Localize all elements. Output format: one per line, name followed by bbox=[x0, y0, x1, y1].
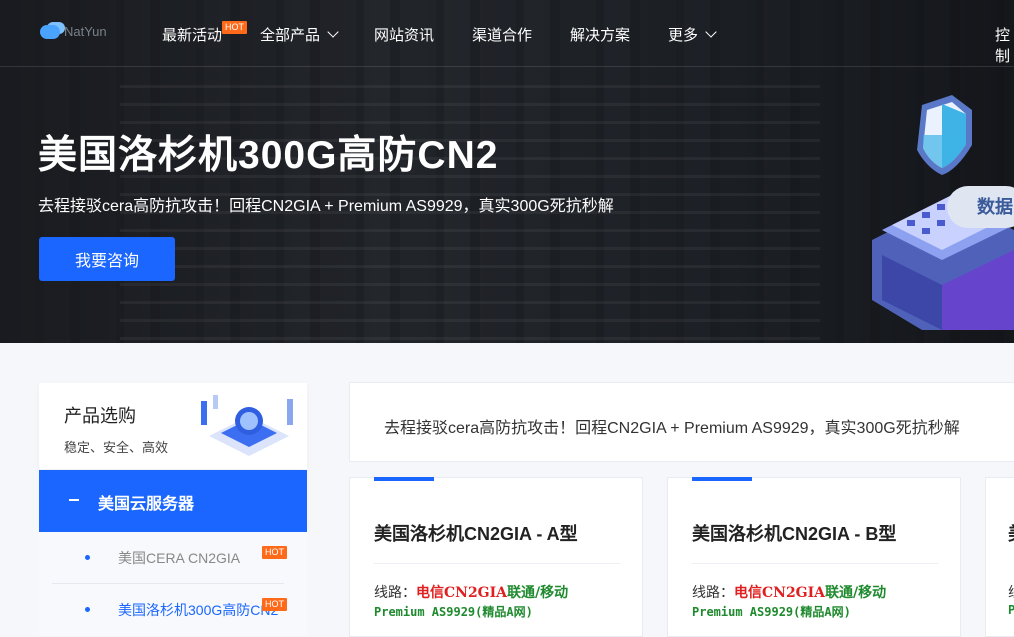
card-accent bbox=[692, 477, 752, 481]
nav-item-channel[interactable]: 渠道合作 bbox=[472, 24, 532, 45]
chevron-down-icon bbox=[705, 26, 717, 38]
data-badge: 数据 bbox=[947, 186, 1014, 228]
product-description-text: 去程接驳cera高防抗攻击！回程CN2GIA + Premium AS9929，… bbox=[384, 420, 960, 437]
route-label: 线 bbox=[1008, 585, 1014, 601]
nav-item-more[interactable]: 更多 bbox=[668, 24, 717, 45]
cloud-logo-icon bbox=[40, 24, 60, 39]
nav-item-label: 渠道合作 bbox=[472, 27, 533, 44]
card-accent bbox=[374, 477, 434, 481]
nav-item-latest-activity[interactable]: 最新活动 bbox=[162, 24, 222, 45]
hot-badge: HOT bbox=[262, 598, 287, 611]
product-illustration-icon bbox=[201, 395, 293, 456]
nav-item-label: 最新活动 bbox=[162, 27, 223, 44]
sidebar-slogan: 稳定、安全、高效 bbox=[64, 440, 169, 455]
nav-item-label: 全部产品 bbox=[260, 27, 321, 44]
route-label: 线路： bbox=[374, 585, 416, 601]
bullet-icon bbox=[85, 555, 90, 560]
sidebar-item-cera-cn2gia[interactable]: 美国CERA CN2GIA HOT bbox=[39, 532, 307, 584]
sidebar-item-label: 美国CERA CN2GIA bbox=[118, 550, 241, 566]
product-card[interactable]: 美国洛杉机CN2GIA - B型 线路：电信CN2GIA联通/移动 Premiu… bbox=[667, 477, 961, 637]
route-telecom: 电信CN2GIA bbox=[734, 585, 826, 601]
chevron-down-icon bbox=[327, 26, 339, 38]
product-description-banner: 去程接驳cera高防抗攻击！回程CN2GIA + Premium AS9929，… bbox=[349, 382, 1014, 462]
card-route: 线路：电信CN2GIA联通/移动 bbox=[374, 582, 568, 602]
card-divider bbox=[692, 563, 938, 564]
bullet-icon bbox=[85, 607, 90, 612]
card-title: 美 bbox=[1008, 520, 1014, 546]
route-other: 联通/移动 bbox=[507, 585, 569, 601]
card-premium-line: P bbox=[1008, 603, 1014, 617]
route-telecom: 电信CN2GIA bbox=[416, 585, 508, 601]
console-label: 控制 bbox=[995, 27, 1011, 65]
product-card[interactable]: 美 线 P bbox=[985, 477, 1014, 637]
card-title: 美国洛杉机CN2GIA - B型 bbox=[692, 524, 897, 544]
card-route: 线 bbox=[1008, 582, 1014, 602]
route-other: 联通/移动 bbox=[825, 585, 887, 601]
nav-item-all-products[interactable]: 全部产品 bbox=[260, 24, 339, 45]
nav-item-solutions[interactable]: 解决方案 bbox=[570, 24, 630, 45]
collapse-minus-icon bbox=[69, 499, 79, 501]
top-navigation: NatYun 最新活动 HOT 全部产品 网站资讯 渠道合作 解决方案 更多 控… bbox=[0, 0, 1014, 67]
hero-title: 美国洛杉机300G高防CN2 bbox=[38, 134, 499, 177]
sidebar-category-us-cloud[interactable]: 美国云服务器 bbox=[39, 470, 307, 532]
sidebar-category-label: 美国云服务器 bbox=[98, 496, 195, 513]
card-divider bbox=[374, 563, 620, 564]
hero-subtitle: 去程接驳cera高防抗攻击！回程CN2GIA + Premium AS9929，… bbox=[38, 198, 614, 215]
route-label: 线路： bbox=[692, 585, 734, 601]
product-card[interactable]: 美国洛杉机CN2GIA - A型 线路：电信CN2GIA联通/移动 Premiu… bbox=[349, 477, 643, 637]
nav-item-news[interactable]: 网站资讯 bbox=[374, 24, 434, 45]
nav-console-link[interactable]: 控制 bbox=[995, 24, 1014, 66]
card-route: 线路：电信CN2GIA联通/移动 bbox=[692, 582, 886, 602]
card-premium-line: Premium AS9929(精品A网) bbox=[374, 605, 533, 619]
product-selection-header: 产品选购 稳定、安全、高效 bbox=[39, 383, 307, 469]
consult-button[interactable]: 我要咨询 bbox=[39, 237, 175, 281]
hero-banner: NatYun 最新活动 HOT 全部产品 网站资讯 渠道合作 解决方案 更多 控… bbox=[0, 0, 1014, 343]
logo[interactable]: NatYun bbox=[40, 24, 107, 39]
card-title: 美国洛杉机CN2GIA - A型 bbox=[374, 524, 578, 544]
sidebar-item-la-300g[interactable]: 美国洛杉机300G高防CN2 HOT bbox=[39, 584, 307, 636]
nav-item-label: 解决方案 bbox=[570, 27, 631, 44]
logo-text: NatYun bbox=[64, 24, 107, 39]
hot-badge: HOT bbox=[222, 21, 247, 34]
card-premium-line: Premium AS9929(精品A网) bbox=[692, 605, 851, 619]
nav-item-label: 网站资讯 bbox=[374, 27, 435, 44]
hot-badge: HOT bbox=[262, 546, 287, 559]
nav-item-label: 更多 bbox=[668, 27, 699, 44]
sidebar-title: 产品选购 bbox=[64, 406, 136, 426]
sidebar-item-label: 美国洛杉机300G高防CN2 bbox=[118, 602, 279, 618]
